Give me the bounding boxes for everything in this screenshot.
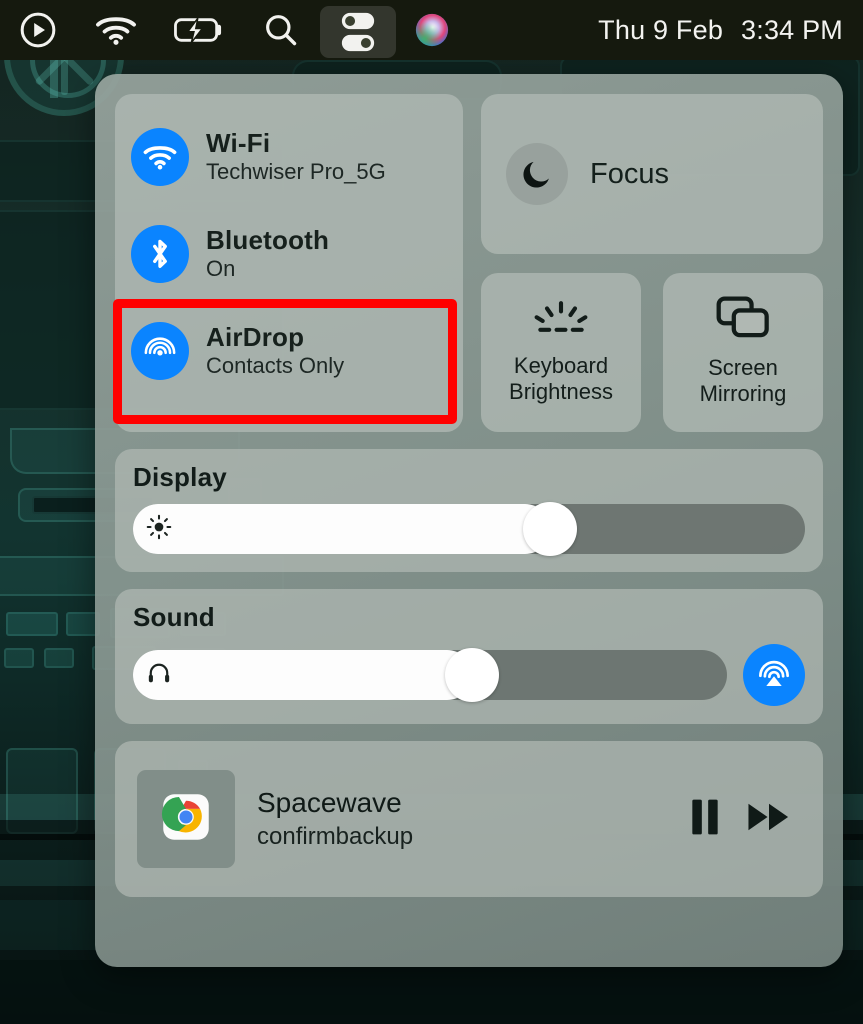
menu-bar-clock[interactable]: Thu 9 Feb 3:34 PM <box>598 15 843 46</box>
screen-mirroring-label: Screen Mirroring <box>699 355 787 406</box>
wifi-title: Wi-Fi <box>206 127 271 158</box>
wifi-icon[interactable] <box>76 0 156 60</box>
wifi-text: Wi-Fi Techwiser Pro_5G <box>206 128 386 186</box>
sound-slider-knob[interactable] <box>444 648 499 702</box>
fast-forward-icon[interactable] <box>747 800 791 839</box>
keyboard-brightness-label: Keyboard Brightness <box>509 353 613 404</box>
display-label: Display <box>133 462 227 492</box>
connectivity-group: Wi-Fi Techwiser Pro_5G Bluetooth On AirD… <box>115 94 463 432</box>
airdrop-subtitle: Contacts Only <box>206 352 345 378</box>
menu-bar-time: 3:34 PM <box>741 14 843 45</box>
wallpaper-band <box>0 960 863 1024</box>
siri-icon[interactable] <box>396 0 468 60</box>
screen-mirroring-tile[interactable]: Screen Mirroring <box>663 273 823 432</box>
brightness-sun-icon <box>146 514 172 545</box>
now-playing-icon[interactable] <box>0 0 76 60</box>
airdrop-icon[interactable] <box>131 321 189 380</box>
screen-mirroring-icon <box>715 295 771 346</box>
spotlight-search-icon[interactable] <box>242 0 320 60</box>
now-playing-title: Spacewave <box>257 787 402 819</box>
sound-slider[interactable] <box>133 648 727 702</box>
display-slider-wrap <box>133 502 805 556</box>
control-center-right-column: Focus Keyboard Brightness Screen Mirrori… <box>481 94 823 432</box>
quick-tiles-row: Keyboard Brightness Screen Mirroring <box>481 273 823 432</box>
now-playing-subtitle: confirmbackup <box>257 822 414 850</box>
chrome-icon <box>160 791 212 848</box>
sound-label: Sound <box>133 602 215 632</box>
headphones-icon <box>146 660 172 691</box>
display-slider-knob[interactable] <box>522 502 577 556</box>
sound-slider-wrap <box>133 644 805 706</box>
sound-slider-fill <box>133 650 472 700</box>
control-center-top-row: Wi-Fi Techwiser Pro_5G Bluetooth On AirD… <box>115 94 823 432</box>
display-slider[interactable] <box>133 502 805 556</box>
moon-icon <box>506 143 568 205</box>
sound-card: Sound <box>115 589 823 724</box>
now-playing-text: Spacewave confirmbackup <box>257 786 667 852</box>
wifi-icon[interactable] <box>131 127 189 186</box>
now-playing-artwork <box>137 770 235 868</box>
display-card: Display <box>115 449 823 572</box>
keyboard-brightness-icon <box>530 297 592 344</box>
wifi-row[interactable]: Wi-Fi Techwiser Pro_5G <box>115 108 463 205</box>
display-slider-fill <box>133 504 550 554</box>
focus-tile[interactable]: Focus <box>481 94 823 254</box>
bluetooth-row[interactable]: Bluetooth On <box>115 205 463 302</box>
battery-charging-icon[interactable] <box>156 0 242 60</box>
wallpaper-shape <box>44 648 74 668</box>
bluetooth-subtitle: On <box>206 255 236 281</box>
wallpaper-shape <box>4 648 34 668</box>
bluetooth-icon[interactable] <box>131 224 189 283</box>
bluetooth-text: Bluetooth On <box>206 225 329 283</box>
bluetooth-title: Bluetooth <box>206 224 330 255</box>
airdrop-title: AirDrop <box>206 321 305 352</box>
now-playing-widget[interactable]: Spacewave confirmbackup <box>115 741 823 897</box>
keyboard-brightness-tile[interactable]: Keyboard Brightness <box>481 273 641 432</box>
now-playing-controls <box>689 798 797 841</box>
focus-label: Focus <box>590 157 669 190</box>
menu-bar: Thu 9 Feb 3:34 PM <box>0 0 863 60</box>
airdrop-row[interactable]: AirDrop Contacts Only <box>115 302 463 399</box>
wallpaper-shape <box>6 612 58 636</box>
control-center-icon[interactable] <box>320 6 396 58</box>
control-center-panel: Wi-Fi Techwiser Pro_5G Bluetooth On AirD… <box>95 74 843 967</box>
menu-bar-date: Thu 9 Feb <box>598 14 724 45</box>
wifi-subtitle: Techwiser Pro_5G <box>206 158 386 184</box>
pause-icon[interactable] <box>689 798 721 841</box>
airplay-icon[interactable] <box>743 644 805 706</box>
airdrop-text: AirDrop Contacts Only <box>206 322 344 380</box>
